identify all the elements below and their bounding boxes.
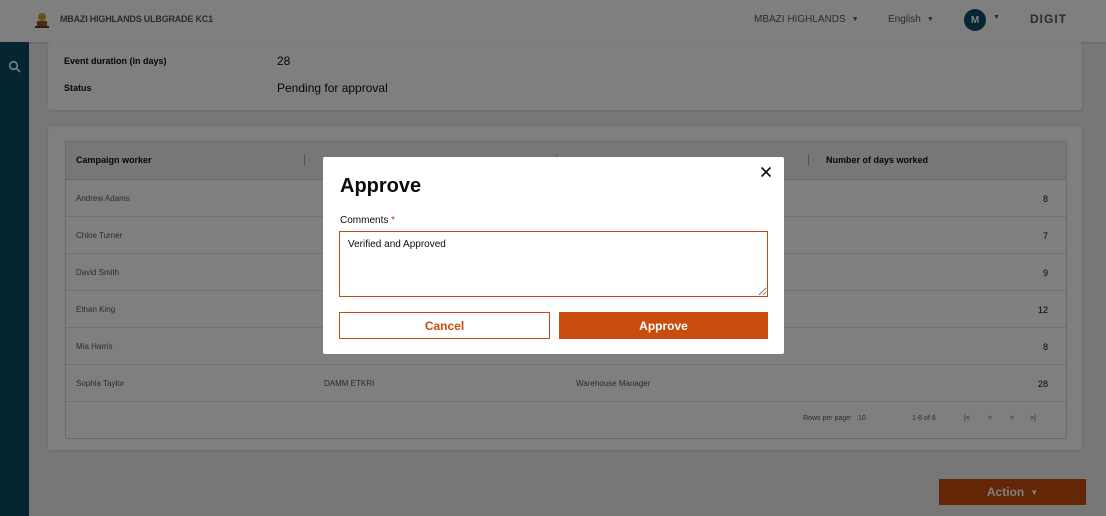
close-icon[interactable] xyxy=(759,165,773,179)
comments-field[interactable]: Verified and Approved xyxy=(339,231,768,297)
approve-modal: Approve Comments * Verified and Approved… xyxy=(323,157,784,354)
required-marker: * xyxy=(391,215,396,226)
cancel-button[interactable]: Cancel xyxy=(339,312,550,339)
approve-button[interactable]: Approve xyxy=(559,312,768,339)
modal-title: Approve xyxy=(340,175,422,197)
comments-label: Comments * xyxy=(340,215,396,226)
